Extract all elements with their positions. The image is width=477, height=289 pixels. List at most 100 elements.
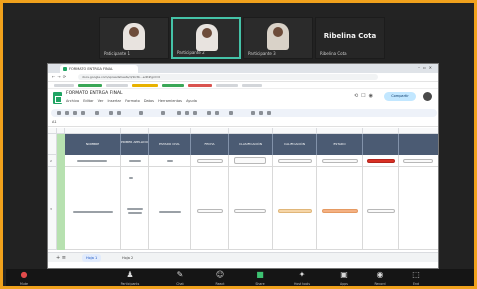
cell-text: [167, 160, 173, 162]
chat-button[interactable]: ✎ Chat: [166, 270, 194, 286]
data-cell[interactable]: [399, 167, 438, 250]
dropdown-cell[interactable]: [399, 155, 438, 167]
spreadsheet-grid[interactable]: 2 3 NOMBRE PRIMER APELLIDO ESTADO CIVIL …: [48, 128, 438, 250]
dropdown-chip[interactable]: [197, 159, 223, 163]
header-cell[interactable]: ESTADO CIVIL: [149, 134, 191, 155]
sheets-logo-icon[interactable]: [53, 92, 62, 104]
text-color-icon[interactable]: [193, 111, 197, 115]
dropdown-chip[interactable]: [234, 157, 266, 164]
bookmark[interactable]: [54, 84, 74, 87]
dropdown-cell[interactable]: [191, 155, 229, 167]
dropdown-cell[interactable]: [317, 155, 363, 167]
undo-icon[interactable]: [57, 111, 61, 115]
redo-icon[interactable]: [65, 111, 69, 115]
add-sheet-icon[interactable]: + ≡: [52, 254, 70, 262]
apps-button[interactable]: ▣ Apps: [330, 270, 358, 286]
bookmark[interactable]: [78, 84, 102, 87]
italic-icon[interactable]: [185, 111, 189, 115]
header-cell[interactable]: NOMBRE: [65, 134, 121, 155]
share-button[interactable]: Compartir: [384, 92, 416, 101]
bookmark[interactable]: [188, 84, 212, 87]
link-icon[interactable]: [251, 111, 255, 115]
header-cell[interactable]: CLASIFICACIÓN: [229, 134, 273, 155]
row-header[interactable]: [48, 134, 57, 155]
print-icon[interactable]: [73, 111, 77, 115]
percent-icon[interactable]: [117, 111, 121, 115]
cell-reference[interactable]: A1: [52, 120, 57, 124]
dropdown-cell[interactable]: [229, 167, 273, 250]
participant-tile[interactable]: Paticipante 1: [99, 17, 169, 59]
header-cell[interactable]: FECHA: [191, 134, 229, 155]
data-cell[interactable]: [65, 167, 121, 250]
row-header[interactable]: 3: [48, 167, 57, 250]
data-cell[interactable]: [149, 167, 191, 250]
participant-tile[interactable]: Ribelina Cota Ribelina Cota: [315, 17, 385, 59]
host-tools-button[interactable]: ✦ Host tools: [288, 270, 316, 286]
dropdown-chip[interactable]: [278, 209, 312, 213]
font-size-stepper[interactable]: [161, 111, 165, 115]
header-cell[interactable]: ESTADO: [317, 134, 363, 155]
share-screen-button[interactable]: ■ Share: [246, 270, 274, 286]
dropdown-cell[interactable]: [191, 167, 229, 250]
bookmark[interactable]: [132, 84, 158, 87]
formula-bar[interactable]: A1: [48, 119, 438, 127]
sheets-header: FORMATO ENTRGA FINAL Archivo Editar Ver …: [48, 89, 438, 109]
dropdown-chip[interactable]: [278, 159, 312, 163]
participants-button[interactable]: ♟ Participants: [116, 270, 144, 286]
record-icon: ◉: [376, 270, 384, 279]
header-cell[interactable]: [399, 134, 438, 155]
bold-icon[interactable]: [177, 111, 181, 115]
dropdown-cell[interactable]: [229, 155, 273, 167]
data-cell[interactable]: [121, 167, 149, 250]
fill-color-icon[interactable]: [207, 111, 211, 115]
avatar[interactable]: [423, 92, 432, 101]
menu-bar[interactable]: Archivo Editar Ver Insertar Formato Dato…: [66, 99, 197, 103]
browser-tab[interactable]: FORMATO ENTRGA FINAL: [60, 65, 138, 73]
bookmark[interactable]: [216, 84, 238, 87]
status-chip[interactable]: [367, 209, 395, 213]
dropdown-chip[interactable]: [322, 159, 358, 163]
filter-icon[interactable]: [267, 111, 271, 115]
dropdown-cell[interactable]: [273, 155, 317, 167]
data-cell[interactable]: [149, 155, 191, 167]
dropdown-chip[interactable]: [234, 209, 266, 213]
window-controls[interactable]: –▫✕: [418, 65, 435, 70]
dropdown-chip[interactable]: [403, 159, 433, 163]
mute-button[interactable]: ● Mute: [10, 270, 38, 286]
url-field[interactable]: docs.google.com/spreadsheets/d/1k3b...ed…: [78, 74, 378, 80]
borders-icon[interactable]: [215, 111, 219, 115]
zoom-select[interactable]: [95, 111, 99, 115]
dropdown-chip[interactable]: [322, 209, 358, 213]
dropdown-chip[interactable]: [197, 209, 223, 213]
status-cell[interactable]: [363, 167, 399, 250]
comment-icon[interactable]: [259, 111, 263, 115]
participant-tile[interactable]: Participante 3: [243, 17, 313, 59]
dropdown-cell[interactable]: [273, 167, 317, 250]
react-button[interactable]: ☺ React: [206, 270, 234, 286]
paint-format-icon[interactable]: [81, 111, 85, 115]
currency-icon[interactable]: [109, 111, 113, 115]
bookmark[interactable]: [106, 84, 128, 87]
header-icons[interactable]: ⟲☐◉: [354, 93, 376, 99]
sheet-tab-active[interactable]: Hoja 1: [82, 254, 102, 262]
status-chip[interactable]: [367, 159, 395, 163]
bookmark[interactable]: [242, 84, 262, 87]
end-meeting-button[interactable]: ⬚ End: [402, 270, 430, 286]
sheet-tab[interactable]: Hoja 2: [118, 254, 137, 262]
document-title[interactable]: FORMATO ENTRGA FINAL: [66, 91, 123, 96]
align-icon[interactable]: [229, 111, 233, 115]
data-cell[interactable]: [121, 155, 149, 167]
header-cell[interactable]: [363, 134, 399, 155]
status-cell[interactable]: [363, 155, 399, 167]
data-cell[interactable]: [65, 155, 121, 167]
participant-tile-active[interactable]: Participante 2: [171, 17, 241, 59]
nav-arrows-icon[interactable]: ←→⟳: [52, 74, 68, 79]
header-cell[interactable]: CALIFICACIÓN: [273, 134, 317, 155]
font-select[interactable]: [139, 111, 143, 115]
apps-label: Apps: [340, 282, 348, 286]
row-header[interactable]: 2: [48, 155, 57, 167]
header-cell[interactable]: PRIMER APELLIDO: [121, 134, 149, 155]
bookmark[interactable]: [162, 84, 184, 87]
dropdown-cell[interactable]: [317, 167, 363, 250]
record-button[interactable]: ◉ Record: [366, 270, 394, 286]
